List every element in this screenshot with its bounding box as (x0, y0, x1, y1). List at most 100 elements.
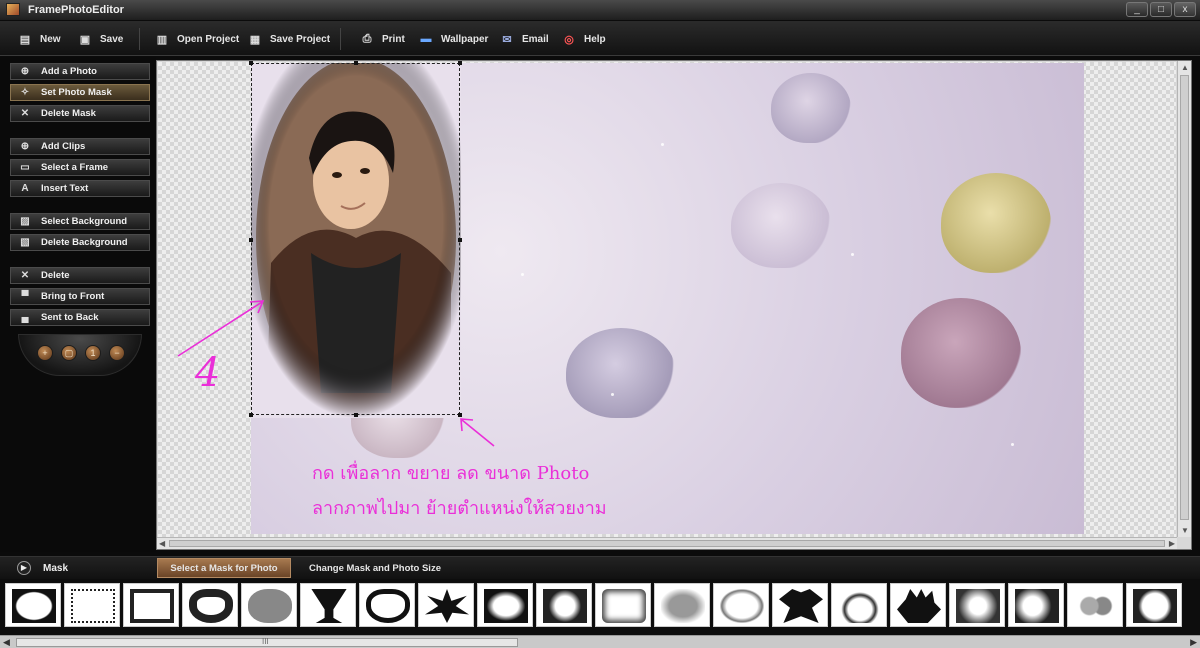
mask-splash[interactable] (536, 583, 592, 627)
mask-oval[interactable] (5, 583, 61, 627)
photo-mask-icon: ✧ (20, 87, 30, 98)
add-photo-button[interactable]: ⊕ Add a Photo (10, 63, 150, 80)
sparkle (611, 393, 614, 396)
zoom-out-icon[interactable]: − (109, 345, 125, 361)
add-clips-button[interactable]: ⊕ Add Clips (10, 138, 150, 155)
mask-grunge-burst[interactable] (949, 583, 1005, 627)
mask-starburst[interactable] (418, 583, 474, 627)
select-background-button[interactable]: ▨ Select Background (10, 213, 150, 230)
set-photo-mask-button[interactable]: ✧ Set Photo Mask (10, 84, 150, 101)
wallpaper-label: Wallpaper (441, 33, 489, 45)
mask-goblet[interactable] (300, 583, 356, 627)
tab-change-mask-size[interactable]: Change Mask and Photo Size (300, 558, 450, 578)
mask-hand[interactable] (890, 583, 946, 627)
open-project-label: Open Project (177, 33, 240, 45)
mask-splatter[interactable] (1008, 583, 1064, 627)
title-bar: FramePhotoEditor _ □ x (0, 0, 1200, 20)
insert-text-label: Insert Text (41, 183, 89, 194)
mask-oval-rough[interactable] (713, 583, 769, 627)
text-icon: A (21, 183, 29, 194)
fit-icon[interactable]: ▢ (61, 345, 77, 361)
mask-strip-scroll-thumb[interactable]: III (16, 637, 518, 647)
tab-select-mask[interactable]: Select a Mask for Photo (157, 558, 291, 578)
resize-handle[interactable] (249, 238, 253, 242)
open-project-button[interactable]: ▥ Open Project (155, 31, 239, 47)
background-icon: ▨ (20, 216, 30, 227)
resize-handle[interactable] (458, 61, 462, 65)
mask-torn-rectangle[interactable] (64, 583, 120, 627)
scroll-right-icon[interactable]: ▶ (1190, 637, 1197, 648)
play-icon[interactable]: ▶ (17, 561, 31, 575)
resize-handle[interactable] (458, 413, 462, 417)
scroll-up-icon[interactable]: ▲ (1181, 63, 1189, 72)
send-to-back-label: Sent to Back (41, 312, 99, 323)
resize-handle[interactable] (458, 238, 462, 242)
mask-heart-large[interactable] (359, 583, 415, 627)
zoom-in-icon[interactable]: + (37, 345, 53, 361)
mask-hearts-pair[interactable] (1067, 583, 1123, 627)
scroll-right-icon[interactable]: ▶ (1169, 539, 1175, 548)
mask-brush-stroke[interactable] (477, 583, 533, 627)
mask-soft-oval[interactable] (654, 583, 710, 627)
mask-grunge-edge[interactable] (1126, 583, 1182, 627)
resize-handle[interactable] (249, 413, 253, 417)
open-project-icon: ▥ (156, 33, 168, 46)
annotation-text-line2: ลากภาพไปมา ย้ายตำแหน่งให้สวยงาม (312, 498, 607, 519)
vertical-scroll-thumb[interactable] (1180, 75, 1189, 520)
photo-selection-box[interactable] (249, 61, 462, 417)
scroll-grip: III (262, 637, 269, 646)
wallpaper-button[interactable]: ▬ Wallpaper (419, 31, 489, 47)
toolbar-divider (139, 28, 140, 50)
zoom-dock: + ▢ 1 − (18, 334, 142, 376)
send-back-icon: ▄ (21, 312, 29, 323)
mask-cloud[interactable] (241, 583, 297, 627)
horizontal-scrollbar[interactable]: ◀ ▶ (157, 537, 1177, 549)
delete-mask-button[interactable]: ✕ Delete Mask (10, 105, 150, 122)
resize-handle[interactable] (354, 61, 358, 65)
resize-handle[interactable] (354, 413, 358, 417)
mask-cherub[interactable] (772, 583, 828, 627)
print-button[interactable]: ⎙ Print (360, 31, 405, 47)
actual-size-icon[interactable]: 1 (85, 345, 101, 361)
delete-button[interactable]: ✕ Delete (10, 267, 150, 284)
window-title: FramePhotoEditor (28, 4, 124, 16)
email-button[interactable]: ✉ Email (500, 31, 548, 47)
new-button[interactable]: ▤ New (18, 31, 61, 47)
select-frame-label: Select a Frame (41, 162, 109, 173)
violet-crystal-heart (566, 328, 676, 418)
frame-icon: ▭ (20, 162, 30, 173)
horizontal-scroll-thumb[interactable] (169, 540, 1165, 547)
bring-to-front-button[interactable]: ▀ Bring to Front (10, 288, 150, 305)
minimize-button[interactable]: _ (1126, 2, 1148, 17)
delete-background-button[interactable]: ▧ Delete Background (10, 234, 150, 251)
resize-handle[interactable] (249, 61, 253, 65)
add-clips-label: Add Clips (41, 141, 86, 152)
mask-heart[interactable] (182, 583, 238, 627)
select-frame-button[interactable]: ▭ Select a Frame (10, 159, 150, 176)
send-to-back-button[interactable]: ▄ Sent to Back (10, 309, 150, 326)
scroll-left-icon[interactable]: ◀ (159, 539, 165, 548)
help-button[interactable]: ◎ Help (562, 31, 605, 47)
mask-stamp-rectangle[interactable] (123, 583, 179, 627)
pink-crystal-heart (901, 298, 1021, 408)
save-project-icon: ▦ (249, 33, 261, 46)
scroll-down-icon[interactable]: ▼ (1181, 526, 1189, 535)
sparkle (851, 253, 854, 256)
maximize-button[interactable]: □ (1150, 2, 1172, 17)
close-button[interactable]: x (1174, 2, 1196, 17)
insert-text-button[interactable]: A Insert Text (10, 180, 150, 197)
new-label: New (40, 33, 61, 45)
mask-swirl[interactable] (831, 583, 887, 627)
yellow-crystal-heart (941, 173, 1051, 273)
sparkle (521, 273, 524, 276)
vertical-scrollbar[interactable]: ▲ ▼ (1177, 61, 1191, 537)
bring-front-icon: ▀ (21, 291, 29, 302)
scroll-left-icon[interactable]: ◀ (3, 637, 10, 648)
save-project-button[interactable]: ▦ Save Project (248, 31, 330, 47)
mask-strip-scrollbar[interactable]: ◀ III ▶ (0, 635, 1200, 648)
main-toolbar: ▤ New ▣ Save ▥ Open Project ▦ Save Proje… (0, 21, 1200, 56)
save-project-label: Save Project (270, 33, 331, 45)
mask-rounded-rectangle[interactable] (595, 583, 651, 627)
save-button[interactable]: ▣ Save (78, 31, 124, 47)
help-lifebuoy-icon: ◎ (564, 33, 574, 46)
